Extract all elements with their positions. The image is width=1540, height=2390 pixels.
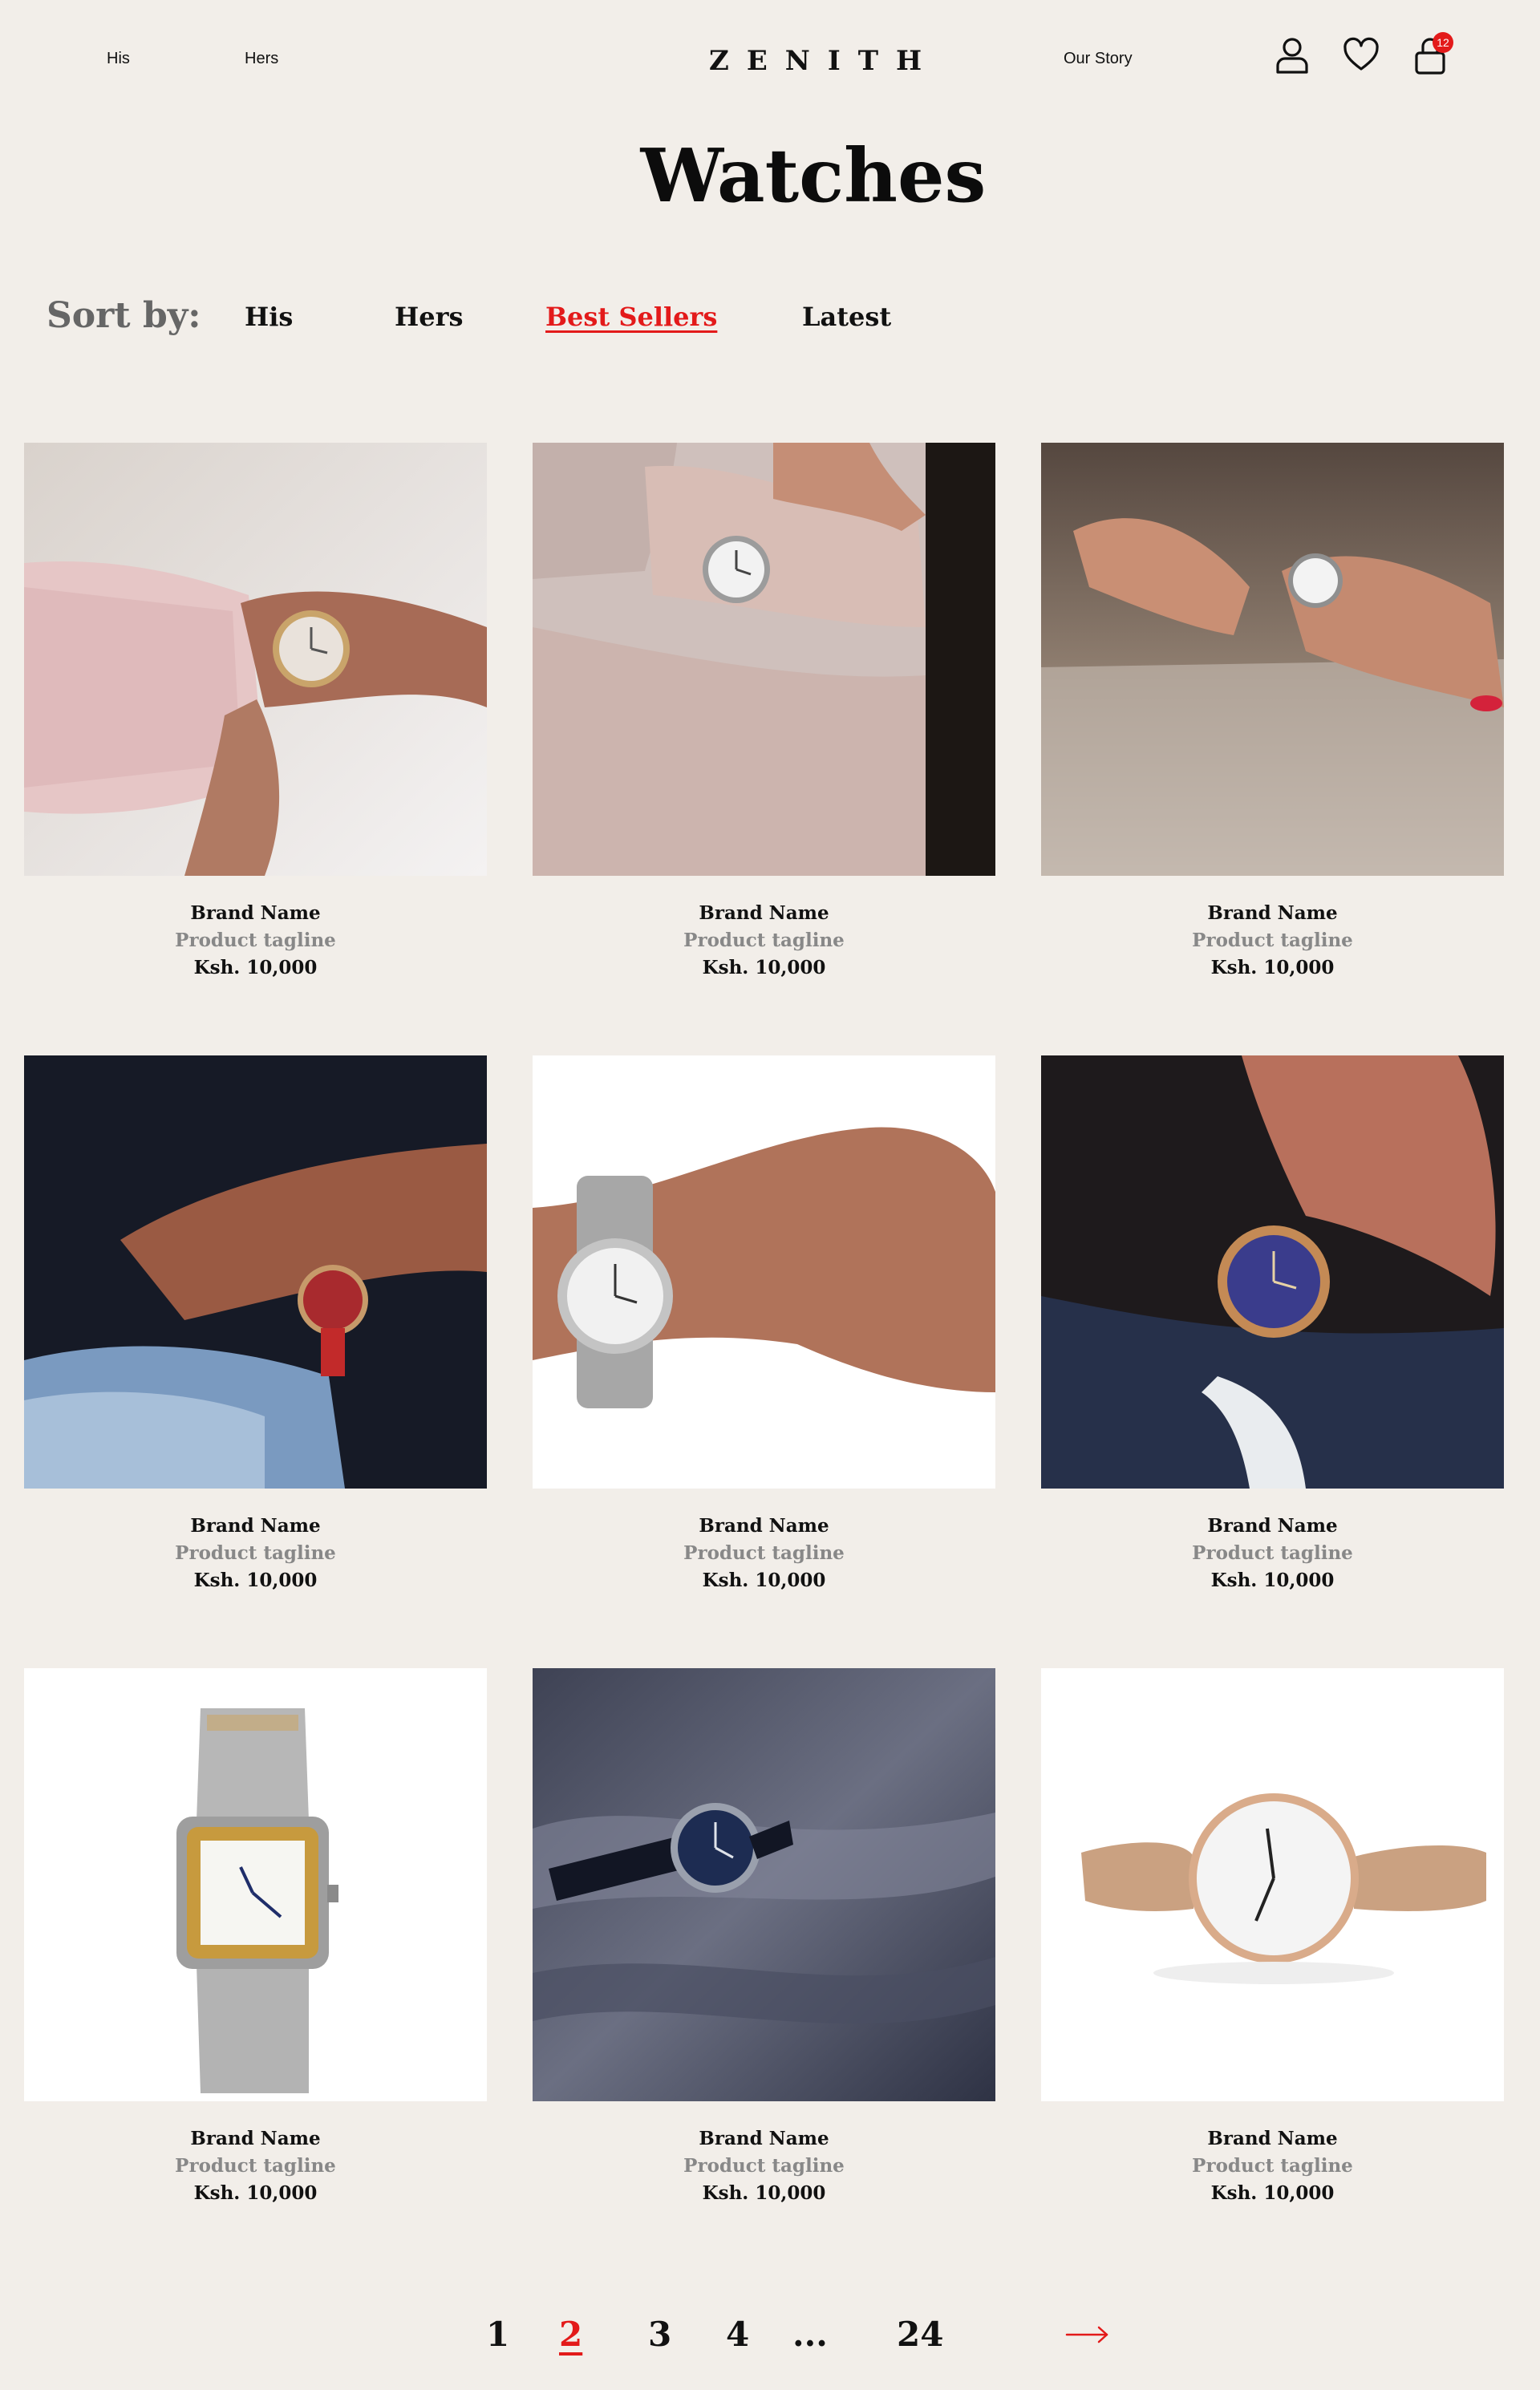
product-tagline: Product tagline <box>175 2155 336 2177</box>
product-price: Ksh. 10,000 <box>702 957 826 978</box>
sort-option-his[interactable]: His <box>245 302 293 332</box>
product-brand: Brand Name <box>699 1515 829 1537</box>
product-card[interactable]: Brand Name Product tagline Ksh. 10,000 <box>24 1055 487 1594</box>
product-tagline: Product tagline <box>683 2155 845 2177</box>
product-image[interactable] <box>533 1055 995 1489</box>
page-ellipsis: ... <box>792 2315 828 2354</box>
product-tagline: Product tagline <box>683 930 845 951</box>
shopping-bag-icon[interactable]: 12 <box>1412 32 1453 75</box>
nav-hers-link[interactable]: Hers <box>245 50 278 68</box>
product-price: Ksh. 10,000 <box>1210 1570 1335 1591</box>
product-brand: Brand Name <box>1207 1515 1338 1537</box>
page-link-3[interactable]: 3 <box>648 2315 671 2354</box>
product-brand: Brand Name <box>699 2128 829 2149</box>
product-brand: Brand Name <box>699 902 829 924</box>
nav-our-story-link[interactable]: Our Story <box>1064 50 1133 68</box>
page-link-2[interactable]: 2 <box>559 2315 582 2354</box>
cart-count-badge: 12 <box>1433 32 1453 53</box>
user-icon[interactable] <box>1274 35 1311 75</box>
product-card[interactable]: Brand Name Product tagline Ksh. 10,000 <box>533 443 995 982</box>
product-card[interactable]: Brand Name Product tagline Ksh. 10,000 <box>24 1668 487 2207</box>
product-price: Ksh. 10,000 <box>702 1570 826 1591</box>
product-brand: Brand Name <box>190 1515 321 1537</box>
site-logo[interactable]: ZENITH <box>709 45 939 77</box>
product-brand: Brand Name <box>1207 902 1338 924</box>
product-image[interactable] <box>533 1668 995 2101</box>
product-card[interactable]: Brand Name Product tagline Ksh. 10,000 <box>1041 1055 1504 1594</box>
product-card[interactable]: Brand Name Product tagline Ksh. 10,000 <box>24 443 487 982</box>
product-tagline: Product tagline <box>175 930 336 951</box>
product-card[interactable]: Brand Name Product tagline Ksh. 10,000 <box>1041 1668 1504 2207</box>
product-price: Ksh. 10,000 <box>1210 957 1335 978</box>
nav-his-link[interactable]: His <box>107 50 130 68</box>
product-image[interactable] <box>1041 1055 1504 1489</box>
product-image[interactable] <box>24 1668 487 2101</box>
sort-option-best-sellers[interactable]: Best Sellers <box>545 302 717 332</box>
product-image[interactable] <box>24 443 487 876</box>
sort-option-hers[interactable]: Hers <box>395 302 463 332</box>
sort-label: Sort by: <box>47 295 201 336</box>
product-image[interactable] <box>533 443 995 876</box>
page-link-1[interactable]: 1 <box>486 2315 509 2354</box>
product-tagline: Product tagline <box>1192 2155 1353 2177</box>
product-price: Ksh. 10,000 <box>702 2182 826 2204</box>
product-card[interactable]: Brand Name Product tagline Ksh. 10,000 <box>1041 443 1504 982</box>
product-image[interactable] <box>1041 443 1504 876</box>
product-image[interactable] <box>24 1055 487 1489</box>
sort-option-latest[interactable]: Latest <box>802 302 891 332</box>
product-brand: Brand Name <box>1207 2128 1338 2149</box>
product-price: Ksh. 10,000 <box>1210 2182 1335 2204</box>
product-price: Ksh. 10,000 <box>193 2182 318 2204</box>
page-link-4[interactable]: 4 <box>726 2315 749 2354</box>
product-image[interactable] <box>1041 1668 1504 2101</box>
arrow-right-icon[interactable] <box>1065 2323 1110 2347</box>
product-price: Ksh. 10,000 <box>193 957 318 978</box>
heart-icon[interactable] <box>1343 35 1380 75</box>
product-brand: Brand Name <box>190 2128 321 2149</box>
product-tagline: Product tagline <box>1192 930 1353 951</box>
product-brand: Brand Name <box>190 902 321 924</box>
product-card[interactable]: Brand Name Product tagline Ksh. 10,000 <box>533 1668 995 2207</box>
product-tagline: Product tagline <box>683 1542 845 1564</box>
product-tagline: Product tagline <box>175 1542 336 1564</box>
product-card[interactable]: Brand Name Product tagline Ksh. 10,000 <box>533 1055 995 1594</box>
pagination: 1 2 3 4 ... 24 <box>0 2315 1540 2371</box>
page-link-last[interactable]: 24 <box>897 2315 943 2354</box>
product-tagline: Product tagline <box>1192 1542 1353 1564</box>
site-header: His Hers ZENITH Our Story 12 <box>0 0 1540 120</box>
page-title: Watches <box>640 132 987 219</box>
product-price: Ksh. 10,000 <box>193 1570 318 1591</box>
